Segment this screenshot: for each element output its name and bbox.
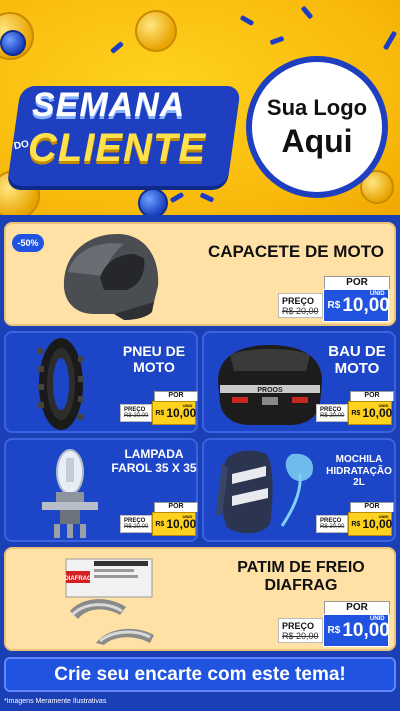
price-value: 10,00: [362, 517, 393, 531]
old-price: PREÇO R$ 20,00: [120, 404, 153, 422]
currency: R$: [327, 300, 341, 311]
confetti-icon: [110, 41, 124, 54]
currency: R$: [155, 520, 165, 528]
product-card-capacete: -50% CAPACETE DE MOTO POR PREÇO R$ 20,00…: [4, 222, 396, 326]
sale-price: R$ 10,00 UNID: [152, 512, 197, 536]
currency: R$: [327, 625, 341, 636]
confetti-icon: [199, 192, 215, 203]
price-value: 10,00: [342, 619, 390, 641]
old-price: PREÇO R$ 20,00: [278, 618, 323, 643]
old-price-value: R$ 20,00: [320, 413, 345, 419]
old-price: PREÇO R$ 20,00: [278, 293, 323, 318]
price-tag: POR PREÇO R$ 20,00 R$ 10,00 UNID: [316, 391, 394, 425]
unit-label: UNID: [182, 403, 193, 408]
preco-label: PREÇO: [282, 620, 315, 631]
price-value: 10,00: [166, 406, 197, 420]
brake-pads-icon: DIAFRAG: [64, 558, 154, 645]
product-name: CAPACETE DE MOTO: [208, 242, 384, 261]
currency: R$: [155, 409, 165, 417]
preco-label: PREÇO: [282, 295, 315, 306]
unit-label: UNID: [369, 291, 385, 297]
confetti-icon: [382, 30, 398, 51]
product-card-bau: PROOS BAU DE MOTO POR PREÇO R$ 20,00 R$ …: [202, 331, 396, 433]
coin-icon: [138, 188, 168, 215]
coin-icon: [0, 30, 26, 56]
price-tag: POR PREÇO R$ 20,00 R$ 10,00 UNID: [278, 276, 390, 322]
top-case-icon: PROOS: [218, 345, 322, 425]
confetti-icon: [300, 5, 314, 20]
sale-price: R$ 10,00 UNID: [348, 401, 393, 425]
svg-text:PROOS: PROOS: [257, 387, 283, 394]
unit-label: UNID: [182, 514, 193, 519]
product-card-mochila: MOCHILA HIDRATAÇÃO 2L POR PREÇO R$ 20,00…: [202, 438, 396, 542]
title-line2: CLIENTE: [28, 126, 207, 170]
old-price: PREÇO R$ 20,00: [120, 515, 153, 533]
old-price-value: R$ 20,00: [320, 524, 345, 530]
price-value: 10,00: [342, 294, 390, 316]
old-price-value: R$ 20,00: [282, 630, 319, 641]
product-name: BAU DE MOTO: [328, 343, 386, 378]
old-price-value: R$ 20,00: [282, 305, 319, 316]
price-value: 10,00: [166, 517, 197, 531]
product-card-patim: DIAFRAG PATIM DE FREIO DIAFRAG POR PREÇO…: [4, 547, 396, 651]
product-name: PNEU DE MOTO: [122, 343, 186, 376]
por-label: POR: [154, 502, 198, 512]
logo-line1: Sua Logo: [266, 94, 368, 120]
header-banner: SEMANA DO CLIENTE Sua Logo Aqui: [0, 0, 400, 215]
backpack-icon: [216, 450, 314, 534]
por-label: POR: [350, 391, 394, 401]
product-card-lampada: LAMPADA FAROL 35 X 35 POR PREÇO R$ 20,00…: [4, 438, 198, 542]
sale-price: R$ 10,00 UNID: [322, 289, 390, 322]
helmet-icon: [63, 233, 159, 320]
price-tag: POR PREÇO R$ 20,00 R$ 10,00 UNID: [316, 502, 394, 536]
confetti-icon: [239, 14, 255, 27]
unit-label: UNID: [378, 514, 389, 519]
confetti-icon: [169, 191, 185, 204]
por-label: POR: [350, 502, 394, 512]
logo-placeholder: Sua Logo Aqui: [246, 56, 388, 198]
create-flyer-button[interactable]: Crie seu encarte com este tema!: [4, 657, 396, 692]
bulb-icon: [42, 449, 98, 538]
old-price: PREÇO R$ 20,00: [316, 404, 349, 422]
coin-icon: [135, 10, 177, 52]
price-tag: POR PREÇO R$ 20,00 R$ 10,00 UNID: [120, 391, 198, 425]
product-card-pneu: PNEU DE MOTO POR PREÇO R$ 20,00 R$ 10,00…: [4, 331, 198, 433]
unit-label: UNID: [378, 403, 389, 408]
old-price: PREÇO R$ 20,00: [316, 515, 349, 533]
sale-price: R$ 10,00 UNID: [322, 614, 390, 647]
disclaimer: *Imagens Meramente Ilustrativas: [4, 698, 107, 705]
product-name: LAMPADA FAROL 35 X 35: [111, 447, 197, 475]
unit-label: UNID: [369, 616, 385, 622]
discount-badge: -50%: [12, 234, 44, 252]
price-tag: POR PREÇO R$ 20,00 R$ 10,00 UNID: [278, 601, 390, 647]
por-label: POR: [324, 601, 390, 614]
old-price-value: R$ 20,00: [124, 413, 149, 419]
confetti-icon: [269, 35, 285, 46]
logo-line2: Aqui: [281, 122, 353, 159]
product-name: MOCHILA HIDRATAÇÃO 2L: [326, 454, 392, 488]
sale-price: R$ 10,00 UNID: [152, 401, 197, 425]
old-price-value: R$ 20,00: [124, 524, 149, 530]
title-line1: SEMANA: [32, 86, 186, 124]
tire-icon: [38, 338, 84, 430]
por-label: POR: [324, 276, 390, 289]
price-value: 10,00: [362, 406, 393, 420]
currency: R$: [351, 409, 361, 417]
price-tag: POR PREÇO R$ 20,00 R$ 10,00 UNID: [120, 502, 198, 536]
product-name: PATIM DE FREIO DIAFRAG: [237, 559, 365, 595]
por-label: POR: [154, 391, 198, 401]
currency: R$: [351, 520, 361, 528]
brand-logo: DIAFRAG: [64, 576, 92, 582]
sale-price: R$ 10,00 UNID: [348, 512, 393, 536]
